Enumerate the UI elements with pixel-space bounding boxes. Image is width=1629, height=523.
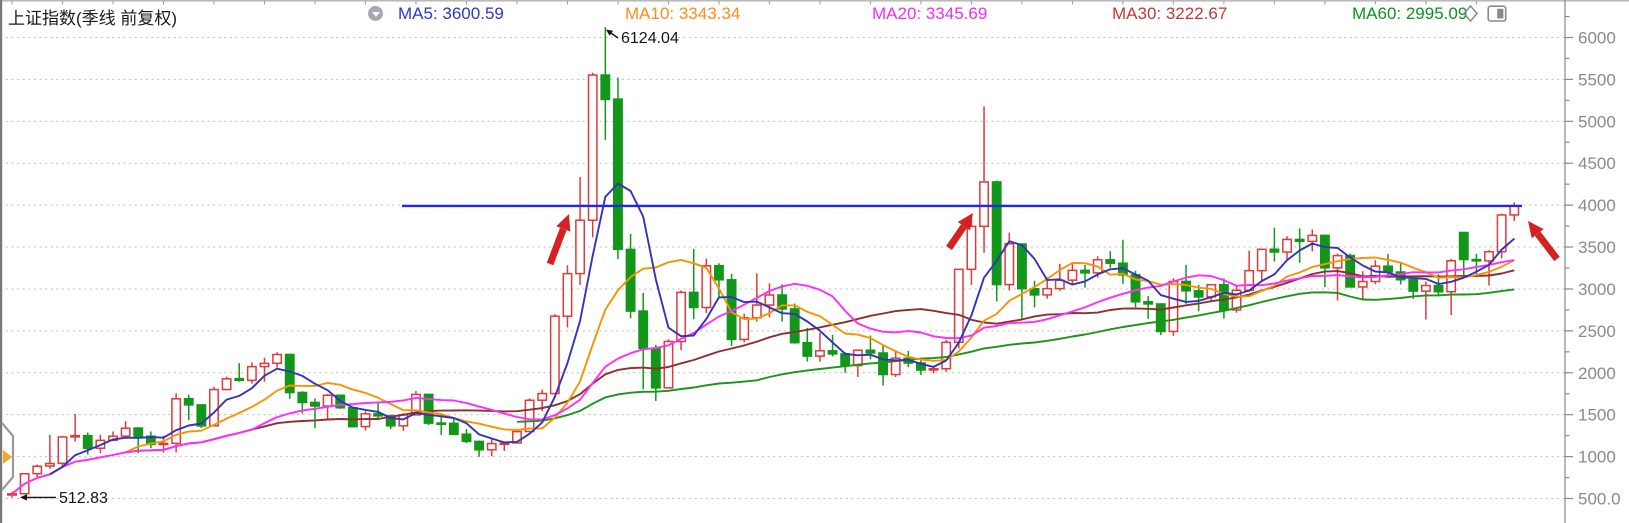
candle <box>562 265 573 328</box>
candle <box>1319 234 1330 288</box>
candle <box>587 72 598 238</box>
candles <box>7 27 1520 498</box>
y-axis-tick-label: 500.0 <box>1578 490 1621 509</box>
y-axis-tick-label: 4000 <box>1578 196 1616 215</box>
chevron-down-icon <box>371 11 380 17</box>
candle <box>145 431 156 449</box>
candle <box>991 180 1002 302</box>
ma5-legend-label: MA5: 3600.59 <box>398 4 504 23</box>
ma60-legend-label: MA60: 2995.09 <box>1352 4 1468 23</box>
candle <box>890 350 901 377</box>
candle <box>814 332 825 362</box>
y-axis-tick-label: 5500 <box>1578 70 1616 89</box>
y-axis: 6000 5500 5000 4500 4000 3500 3000 2500 2000 1500… <box>1564 0 1621 523</box>
candle <box>120 421 131 437</box>
candle <box>789 303 800 344</box>
arrow-2007-breakout[interactable] <box>546 214 571 266</box>
candle <box>448 418 459 436</box>
ma10-legend-label: MA10: 3343.34 <box>625 4 741 23</box>
candle <box>878 344 889 386</box>
y-axis-tick-label: 6000 <box>1578 29 1616 48</box>
candle <box>1067 264 1078 286</box>
candle <box>57 436 68 468</box>
candle <box>44 434 55 469</box>
peak-annotation: 6124.04 <box>606 29 679 47</box>
candle <box>347 407 358 428</box>
low-value-label: 512.83 <box>59 490 108 507</box>
y-axis-tick-label: 1000 <box>1578 448 1616 467</box>
candle <box>1256 248 1267 281</box>
y-axis-tick-label: 3500 <box>1578 238 1616 257</box>
stock-chart-app: 6124.04 512.83 6000 5500 5000 4500 4000 3500 300… <box>0 0 1629 523</box>
candle <box>575 177 586 285</box>
candle <box>777 284 788 322</box>
candle <box>461 429 472 444</box>
candle <box>436 415 447 435</box>
candle <box>802 327 813 362</box>
candle <box>613 77 623 260</box>
candle <box>524 398 535 433</box>
candle <box>272 352 283 368</box>
candle <box>183 394 194 420</box>
candle <box>1269 227 1280 262</box>
ma-line-ma5 <box>49 182 1515 476</box>
candle <box>310 398 320 429</box>
candle <box>1446 258 1457 316</box>
ma30-legend-label: MA30: 3222.67 <box>1112 4 1228 23</box>
candle <box>133 427 144 453</box>
candle <box>1294 228 1305 263</box>
ma-line-ma10 <box>11 256 1515 495</box>
candle <box>360 411 371 431</box>
candle <box>1117 239 1128 284</box>
arrow-2025-current[interactable] <box>1528 221 1560 262</box>
side-panel-toggle-icon[interactable] <box>1487 4 1507 23</box>
y-axis-tick-label: 2000 <box>1578 364 1616 383</box>
candle <box>246 362 257 384</box>
candle <box>474 440 485 457</box>
candle <box>600 27 611 140</box>
candle <box>1143 296 1154 319</box>
chart-toolbar <box>1462 4 1507 23</box>
candle <box>1080 264 1090 288</box>
peak-value-label: 6124.04 <box>621 30 679 47</box>
candle <box>171 393 182 453</box>
candle <box>1484 250 1494 286</box>
annotation-arrows[interactable] <box>546 213 1560 266</box>
candle <box>852 349 863 378</box>
candle <box>1016 243 1027 320</box>
y-axis-tick-label: 1500 <box>1578 406 1616 425</box>
candle <box>840 352 851 373</box>
candle <box>688 248 699 320</box>
y-axis-tick-label: 3000 <box>1578 280 1616 299</box>
candle <box>979 106 989 253</box>
diamond-tool-icon[interactable] <box>1462 4 1479 23</box>
candle <box>486 437 497 457</box>
candle <box>549 314 560 395</box>
candle <box>1307 229 1318 252</box>
ma20-legend-label: MA20: 3345.69 <box>872 4 988 23</box>
candle <box>284 353 295 399</box>
candle <box>1105 251 1116 268</box>
low-annotation: 512.83 <box>20 490 108 507</box>
y-axis-tick-label: 5000 <box>1578 112 1616 131</box>
candle <box>70 413 81 442</box>
yellow-expand-arrow-icon <box>3 450 12 464</box>
candle <box>1420 281 1431 320</box>
collapse-legend-button[interactable] <box>368 6 383 21</box>
candlestick-chart-canvas[interactable]: 6124.04 512.83 6000 5500 5000 4500 4000 3500 300… <box>0 0 1629 523</box>
chart-frame <box>0 0 1629 523</box>
candle <box>638 292 649 390</box>
page-title: 上证指数(季线 前复权) <box>8 9 178 28</box>
candle <box>499 442 510 451</box>
ma-lines <box>11 182 1515 495</box>
candle <box>221 376 232 391</box>
y-axis-tick-label: 4500 <box>1578 154 1616 173</box>
candle <box>209 386 219 427</box>
left-panel-handle[interactable] <box>1 422 15 491</box>
gridlines <box>6 37 1565 499</box>
y-axis-tick-label: 2500 <box>1578 322 1616 341</box>
